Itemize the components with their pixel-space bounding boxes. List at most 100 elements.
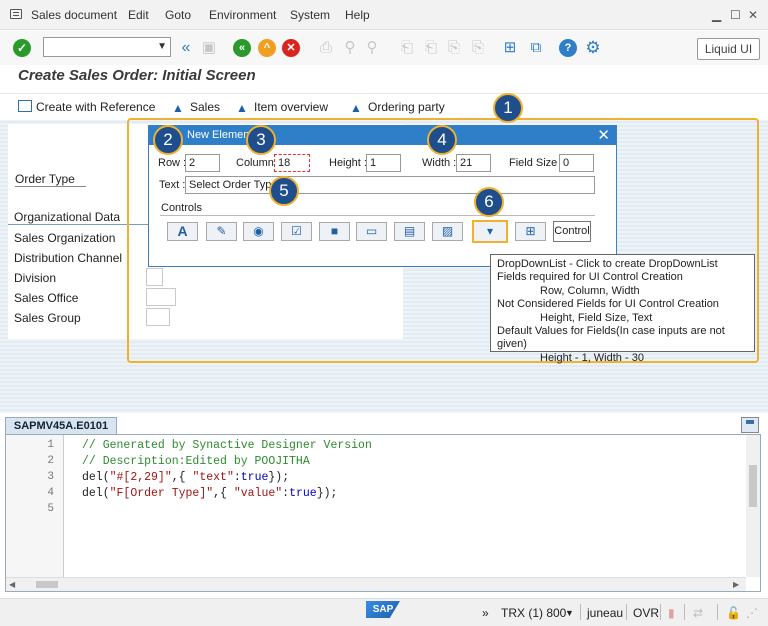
script-editor[interactable]: 1 2 3 4 5 // Generated by Synactive Desi… (5, 434, 761, 592)
callout-badge-1: 1 (493, 93, 523, 123)
sales-group-label: Sales Group (14, 311, 81, 325)
line-number: 1 (47, 439, 54, 451)
close-icon[interactable]: ✕ (597, 126, 610, 144)
menu-icon[interactable] (10, 9, 22, 19)
table-control-button[interactable]: ⊞ (515, 222, 546, 241)
maximize-icon[interactable]: ☐ (730, 8, 741, 22)
horizontal-scrollbar[interactable]: ◀ ▶ (6, 577, 746, 591)
scroll-left-icon[interactable]: ◀ (9, 580, 15, 589)
next-page-icon[interactable]: ⎘ (444, 38, 464, 58)
menu-sales-document[interactable]: Sales document (31, 8, 117, 22)
gear-icon[interactable]: ⚙ (583, 38, 603, 58)
exit-icon[interactable]: ^ (258, 39, 276, 57)
item-overview-button[interactable]: ▲ Item overview (236, 100, 328, 115)
text-input[interactable]: Select Order Type (185, 176, 595, 194)
status-separator (684, 604, 685, 620)
listbox-control-button[interactable]: ▤ (394, 222, 425, 241)
row-input[interactable]: 2 (185, 154, 220, 172)
line-number: 4 (47, 487, 54, 499)
callout-badge-6: 6 (474, 187, 504, 217)
find-icon[interactable]: ⚲ (340, 38, 360, 58)
callout-badge-2: 2 (153, 125, 183, 155)
close-window-icon[interactable]: ✕ (748, 8, 758, 22)
height-input[interactable]: 1 (366, 154, 401, 172)
dialog-title: New Element (187, 129, 253, 141)
groupbox-control-button[interactable]: ▭ (356, 222, 387, 241)
mountain-icon: ▲ (236, 101, 248, 115)
code-line-3: del("#[2,29]",{ "text":true}); (82, 471, 290, 484)
image-control-button[interactable]: ▨ (432, 222, 463, 241)
checkbox-control-button[interactable]: ☑ (281, 222, 312, 241)
scroll-thumb[interactable] (36, 581, 58, 588)
back-nav-icon[interactable]: « (176, 38, 196, 58)
copy-icon (18, 100, 32, 112)
back-icon[interactable]: « (233, 39, 251, 57)
chevron-down-icon[interactable]: ▼ (565, 608, 574, 618)
chevron-down-icon[interactable]: ▼ (157, 41, 167, 52)
help-icon[interactable]: ? (559, 39, 577, 57)
menu-edit[interactable]: Edit (128, 8, 149, 22)
save-icon[interactable]: ▣ (199, 38, 219, 58)
pencil-control-button[interactable]: ✎ (206, 222, 237, 241)
field-size-label: Field Size : (509, 157, 564, 169)
menu-help[interactable]: Help (345, 8, 370, 22)
column-input[interactable]: 18 (274, 154, 310, 172)
user-name: juneau (587, 606, 624, 620)
menu-environment[interactable]: Environment (209, 8, 276, 22)
tooltip-line: DropDownList - Click to create DropDownL… (497, 258, 718, 270)
callout-badge-4: 4 (427, 125, 457, 155)
status-separator (660, 604, 661, 620)
callout-badge-3: 3 (246, 125, 276, 155)
height-label: Height : (329, 157, 367, 169)
code-line-1: // Generated by Synactive Designer Versi… (82, 439, 372, 452)
new-element-dialog: New Element ✕ (148, 125, 617, 267)
dropdown-control-button[interactable]: ▾ (472, 220, 508, 243)
code-line-4: del("F[Order Type]",{ "value":true}); (82, 487, 338, 500)
scroll-thumb[interactable] (749, 465, 757, 507)
ordering-party-button[interactable]: ▲ Ordering party (350, 100, 445, 115)
cancel-icon[interactable]: ✕ (282, 39, 300, 57)
controls-label: Controls (161, 202, 202, 214)
tooltip-line: Fields required for UI Control Creation (497, 271, 683, 284)
vertical-scrollbar[interactable] (746, 435, 760, 577)
row-label: Row : (158, 157, 187, 169)
enter-check-icon[interactable]: ✓ (13, 39, 31, 57)
tooltip-line: Default Values for Fields(In case inputs… (497, 325, 725, 351)
radio-control-button[interactable]: ◉ (243, 222, 274, 241)
width-label: Width : (422, 157, 457, 169)
text-label: Text : (159, 179, 186, 191)
status-separator (580, 604, 581, 620)
last-page-icon[interactable]: ⎘ (468, 38, 488, 58)
button-control-button[interactable]: ■ (319, 222, 350, 241)
resize-grip-icon: ⋰ (746, 606, 758, 620)
editor-tab[interactable]: SAPMV45A.E0101 (5, 417, 117, 434)
tooltip-line: Height - 1, Width - 30 (540, 351, 644, 364)
find-next-icon[interactable]: ⚲ (362, 38, 382, 58)
create-with-reference-button[interactable]: Create with Reference (18, 100, 155, 114)
command-field[interactable]: ▼ (43, 37, 171, 57)
lock-icon[interactable]: 🔓 (726, 606, 741, 620)
minimize-icon[interactable]: ▁ (712, 8, 721, 22)
liquid-ui-button[interactable]: Liquid UI (697, 38, 760, 60)
control-button[interactable]: Control (553, 221, 591, 242)
dialog-header: New Element ✕ (149, 126, 616, 145)
mountain-icon: ▲ (172, 101, 184, 115)
tooltip-line: Row, Column, Width (540, 284, 640, 297)
text-control-button[interactable]: A (167, 222, 198, 241)
status-expand-icon[interactable]: » (482, 606, 489, 620)
scroll-right-icon[interactable]: ▶ (733, 580, 739, 589)
save-script-icon[interactable] (741, 417, 759, 433)
prev-page-icon[interactable]: ⎗ (421, 38, 441, 58)
first-page-icon[interactable]: ⎗ (397, 38, 417, 58)
insert-mode: OVR (633, 606, 660, 620)
status-separator (626, 604, 627, 620)
new-session-icon[interactable]: ⊞ (500, 38, 520, 58)
field-size-input[interactable]: 0 (559, 154, 594, 172)
width-input[interactable]: 21 (456, 154, 491, 172)
print-icon[interactable]: ⎙ (316, 38, 336, 58)
shortcut-icon[interactable]: ⧉ (526, 38, 546, 58)
menu-goto[interactable]: Goto (165, 8, 191, 22)
menu-system[interactable]: System (290, 8, 330, 22)
sales-organization-label: Sales Organization (14, 231, 116, 245)
sales-button[interactable]: ▲ Sales (172, 100, 220, 115)
